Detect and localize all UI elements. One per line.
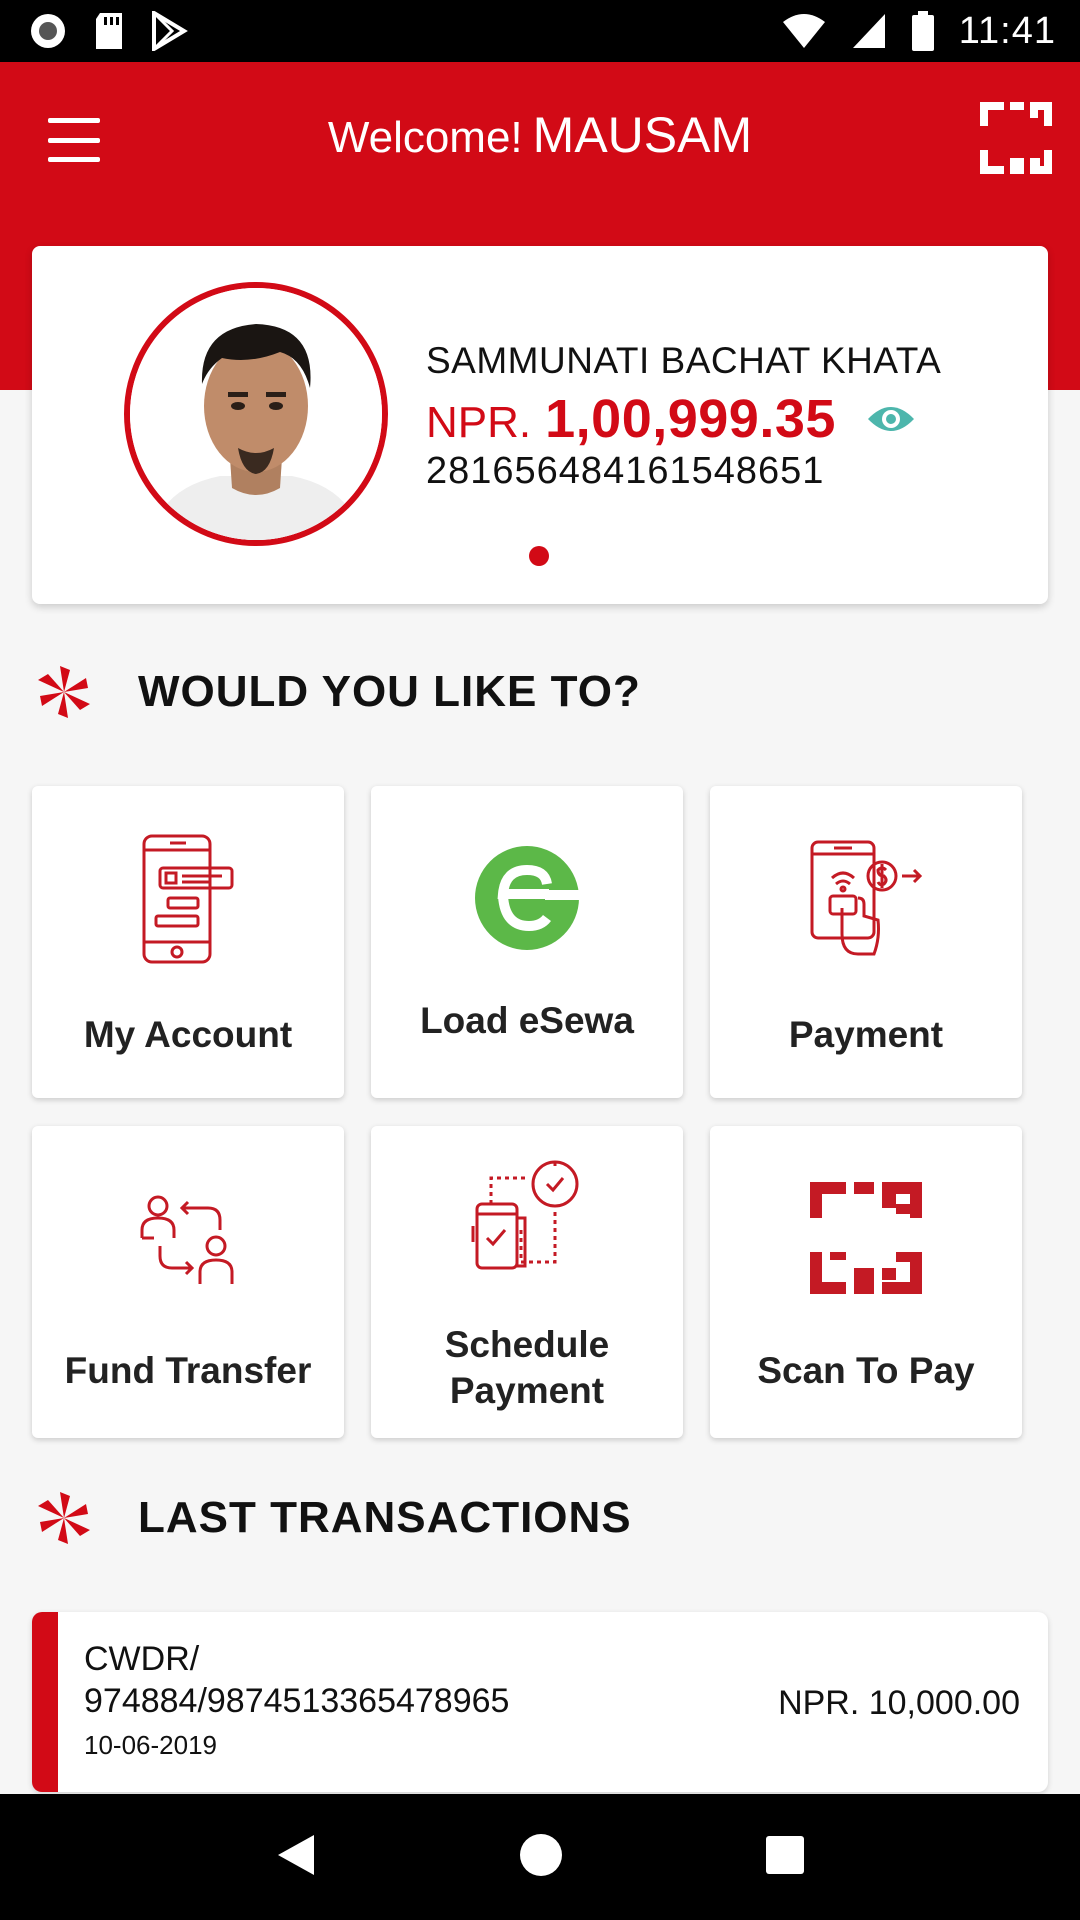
tile-label: Fund Transfer (64, 1350, 312, 1391)
back-button[interactable] (274, 1831, 318, 1884)
transaction-desc-line: 974884/9874513365478965 (84, 1682, 510, 1720)
tile-scan-to-pay[interactable]: Scan To Pay (710, 1126, 1022, 1438)
account-balance: 1,00,999.35 (545, 389, 836, 449)
sd-card-icon (96, 13, 122, 49)
section-title: WOULD YOU LIKE TO? (138, 667, 641, 716)
tile-label: Payment (788, 1014, 944, 1055)
star-logo-icon (38, 666, 90, 718)
back-icon (278, 1834, 314, 1875)
user-name: MAUSAM (532, 107, 753, 163)
account-balance-row: NPR. 1,00,999.35 (426, 388, 916, 450)
fund-transfer-icon (140, 1195, 234, 1284)
tile-my-account[interactable]: My Account (32, 786, 344, 1098)
tile-payment[interactable]: Payment (710, 786, 1022, 1098)
transaction-date: 10-06-2019 (84, 1730, 217, 1760)
tile-label: Schedule Payment (444, 1324, 610, 1411)
account-name: SAMMUNATI BACHAT KHATA (426, 340, 942, 381)
signal-icon (852, 14, 885, 48)
account-card[interactable]: SAMMUNATI BACHAT KHATA NPR. 1,00,999.35 … (32, 246, 1048, 604)
phone-account-icon (142, 834, 234, 964)
avatar (124, 282, 388, 546)
transaction-desc-line: CWDR/ (84, 1640, 200, 1678)
record-icon (31, 14, 65, 48)
star-logo-icon (38, 1492, 90, 1544)
qr-scan-icon (810, 1182, 922, 1294)
section-title: LAST TRANSACTIONS (138, 1493, 632, 1542)
system-nav-bar (0, 1794, 1080, 1920)
status-icons-right: 11:41 (781, 10, 1056, 53)
welcome-title: Welcome! MAUSAM (0, 106, 1080, 164)
qr-scan-button[interactable] (978, 100, 1054, 176)
recents-icon (766, 1835, 804, 1874)
transaction-item[interactable]: CWDR/ 974884/9874513365478965 10-06-2019… (32, 1612, 1048, 1792)
account-number: 281656484161548651 (426, 450, 825, 492)
esewa-icon (475, 846, 579, 950)
status-time: 11:41 (958, 9, 1056, 52)
home-icon (520, 1833, 562, 1876)
status-icons-left (28, 11, 188, 51)
carousel-indicator (529, 546, 549, 566)
home-button[interactable] (518, 1832, 564, 1883)
transaction-description: CWDR/ 974884/9874513365478965 (84, 1638, 644, 1722)
tile-schedule-payment[interactable]: Schedule Payment (371, 1126, 683, 1438)
schedule-payment-icon (471, 1160, 579, 1270)
eye-icon[interactable] (866, 403, 916, 435)
play-store-icon (152, 11, 188, 51)
user-photo (130, 288, 382, 540)
battery-icon (911, 11, 934, 51)
welcome-text: Welcome! (327, 113, 523, 162)
transaction-amount: NPR. 10,000.00 (778, 1684, 1020, 1722)
tile-label: Scan To Pay (757, 1350, 975, 1391)
transaction-accent-bar (32, 1612, 58, 1792)
tile-fund-transfer[interactable]: Fund Transfer (32, 1126, 344, 1438)
balance-currency: NPR. (426, 398, 532, 447)
status-bar: 11:41 (0, 0, 1080, 62)
wifi-icon (782, 14, 825, 48)
tile-label: My Account (83, 1014, 293, 1055)
tile-label: Load eSewa (420, 1000, 634, 1041)
tile-load-esewa[interactable]: Load eSewa (371, 786, 683, 1098)
transactions-section-header: LAST TRANSACTIONS (32, 1490, 632, 1546)
recents-button[interactable] (764, 1834, 806, 1881)
actions-section-header: WOULD YOU LIKE TO? (32, 664, 641, 720)
phone-payment-icon (810, 840, 923, 956)
